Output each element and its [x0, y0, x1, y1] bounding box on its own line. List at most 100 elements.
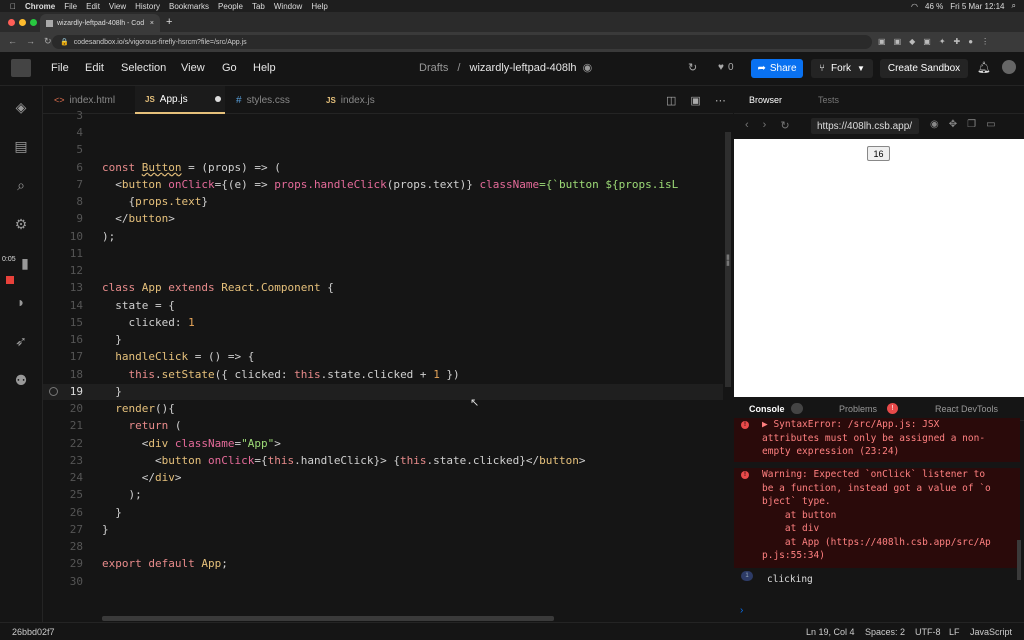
search-icon[interactable]: ⌕	[13, 177, 29, 193]
extension-icon[interactable]: ▣	[878, 37, 886, 46]
battery-label[interactable]: 46 %	[925, 2, 943, 11]
back-icon[interactable]: ←	[8, 36, 17, 47]
reload-icon[interactable]: ↻	[780, 119, 789, 132]
line-ending[interactable]: LF	[949, 627, 960, 637]
menu-go[interactable]: Go	[222, 62, 237, 74]
language-mode[interactable]: JavaScript	[970, 627, 1012, 637]
console-prompt[interactable]: ›	[740, 605, 743, 616]
extension-icon[interactable]: ✦	[939, 37, 946, 46]
team-icon[interactable]: ⚉	[13, 372, 29, 388]
drag-handle-icon[interactable]: ▮ ▮	[726, 254, 730, 277]
create-sandbox-button[interactable]: Create Sandbox	[880, 59, 968, 78]
minimize-window-icon[interactable]	[19, 19, 26, 26]
datetime-label[interactable]: Fri 5 Mar 12:14	[950, 2, 1004, 11]
preview-counter-button[interactable]: 16	[867, 146, 890, 161]
split-view-icon[interactable]: ◫	[666, 94, 676, 107]
extension-icon[interactable]: ◆	[909, 37, 915, 46]
wifi-icon[interactable]: ◠	[911, 2, 918, 11]
mac-menu-people[interactable]: People	[218, 2, 243, 11]
indentation[interactable]: Spaces: 2	[865, 627, 905, 637]
menu-file[interactable]: File	[51, 62, 69, 74]
bell-icon[interactable]: 🔔︎	[977, 61, 991, 74]
tab-styles-css[interactable]: # styles.css	[228, 86, 318, 114]
puzzle-icon[interactable]: ✚	[954, 37, 961, 46]
profile-icon[interactable]: ●	[968, 37, 973, 46]
code-line: const Button = (props) => (	[102, 161, 281, 174]
menu-edit[interactable]: Edit	[85, 62, 104, 74]
forward-icon[interactable]: ›	[763, 119, 767, 132]
like-button[interactable]: ♥ 0	[718, 62, 734, 73]
mac-menu-view[interactable]: View	[109, 2, 126, 11]
copy-icon[interactable]: ❐	[967, 119, 976, 130]
cube-icon[interactable]: ◈	[13, 99, 29, 115]
reload-icon[interactable]: ↻	[44, 36, 52, 47]
refresh-icon[interactable]: ↻	[688, 61, 697, 74]
more-icon[interactable]: ⋯	[715, 94, 726, 107]
status-bar: 26bbd02f7 Ln 19, Col 4 Spaces: 2 UTF-8 L…	[0, 622, 1024, 640]
code-line: state = {	[102, 299, 175, 312]
record-stop-icon[interactable]	[6, 276, 14, 284]
browser-tab[interactable]: wizardly-leftpad-408lh - Cod ×	[40, 14, 160, 32]
chevron-down-icon[interactable]: ▼	[857, 64, 865, 73]
preview-icon[interactable]: ▣	[690, 94, 700, 107]
gear-icon[interactable]: ⚙	[13, 216, 29, 232]
tab-react-devtools[interactable]: React DevTools	[935, 404, 998, 414]
mac-menu-history[interactable]: History	[135, 2, 160, 11]
tab-index-js[interactable]: JS index.js	[318, 86, 398, 114]
extension-icon[interactable]: ▣	[894, 37, 902, 46]
user-avatar[interactable]	[1002, 60, 1016, 74]
forward-icon[interactable]: →	[26, 36, 35, 47]
encoding[interactable]: UTF-8	[915, 627, 941, 637]
create-sandbox-label: Create Sandbox	[887, 63, 961, 74]
menu-help[interactable]: Help	[253, 62, 276, 74]
move-icon[interactable]: ✥	[949, 119, 957, 130]
share-button[interactable]: ➦ Share	[751, 59, 803, 78]
deploy-icon[interactable]: ▮	[17, 255, 33, 271]
window-icon[interactable]: ▭	[986, 119, 995, 130]
line-number: 18	[69, 368, 83, 381]
unsaved-dot-icon[interactable]	[214, 96, 221, 102]
tab-console[interactable]: Console	[749, 404, 785, 414]
code-line: );	[102, 488, 142, 501]
back-icon[interactable]: ‹	[745, 119, 749, 132]
comments-icon[interactable]: ◗	[13, 294, 29, 310]
close-window-icon[interactable]	[8, 19, 15, 26]
preview-nav-buttons: ‹ › ↻	[745, 119, 790, 132]
browser-nav: ← → ↻	[8, 36, 52, 47]
mac-menu-edit[interactable]: Edit	[86, 2, 100, 11]
tab-browser[interactable]: Browser	[749, 95, 782, 105]
cursor-position[interactable]: Ln 19, Col 4	[806, 627, 855, 637]
mac-app-name[interactable]: Chrome	[25, 2, 55, 11]
search-icon[interactable]: ⌕	[1012, 1, 1016, 11]
tab-problems[interactable]: Problems	[839, 404, 877, 414]
file-icon[interactable]: ▤	[13, 138, 29, 154]
more-icon[interactable]: ⋮	[981, 37, 989, 46]
breadcrumb-folder[interactable]: Drafts	[419, 62, 448, 74]
mac-menu-help[interactable]: Help	[311, 2, 327, 11]
mac-menu-file[interactable]: File	[64, 2, 77, 11]
code-line: class App extends React.Component {	[102, 281, 334, 294]
mac-menu-bookmarks[interactable]: Bookmarks	[169, 2, 209, 11]
address-bar[interactable]: 🔒 codesandbox.io/s/vigorous-firefly-hsrc…	[52, 35, 872, 49]
tab-app-js[interactable]: JS App.js	[135, 86, 225, 114]
tab-tests[interactable]: Tests	[818, 95, 839, 105]
maximize-window-icon[interactable]	[30, 19, 37, 26]
globe-icon: ◉	[582, 62, 593, 74]
horizontal-scrollbar[interactable]	[102, 616, 554, 621]
extension-icon[interactable]: ▣	[923, 37, 931, 46]
rocket-icon[interactable]: ➶	[13, 333, 29, 349]
preview-url-input[interactable]: https://408lh.csb.app/	[811, 118, 919, 134]
console-scrollbar[interactable]	[1017, 540, 1021, 580]
close-tab-icon[interactable]: ×	[150, 20, 154, 27]
mac-menu-window[interactable]: Window	[274, 2, 302, 11]
menu-selection[interactable]: Selection	[121, 62, 166, 74]
mac-menu-tab[interactable]: Tab	[252, 2, 265, 11]
menu-view[interactable]: View	[181, 62, 205, 74]
commit-hash[interactable]: 26bbd02f7	[12, 627, 55, 637]
apple-icon[interactable]: 	[10, 2, 16, 11]
sandbox-name[interactable]: wizardly-leftpad-408lh	[470, 62, 577, 74]
fork-button[interactable]: ⑂ Fork ▼	[811, 59, 873, 78]
new-tab-icon[interactable]: +	[166, 16, 172, 28]
chat-icon[interactable]: ◉	[930, 119, 939, 130]
avatar[interactable]	[11, 59, 31, 77]
